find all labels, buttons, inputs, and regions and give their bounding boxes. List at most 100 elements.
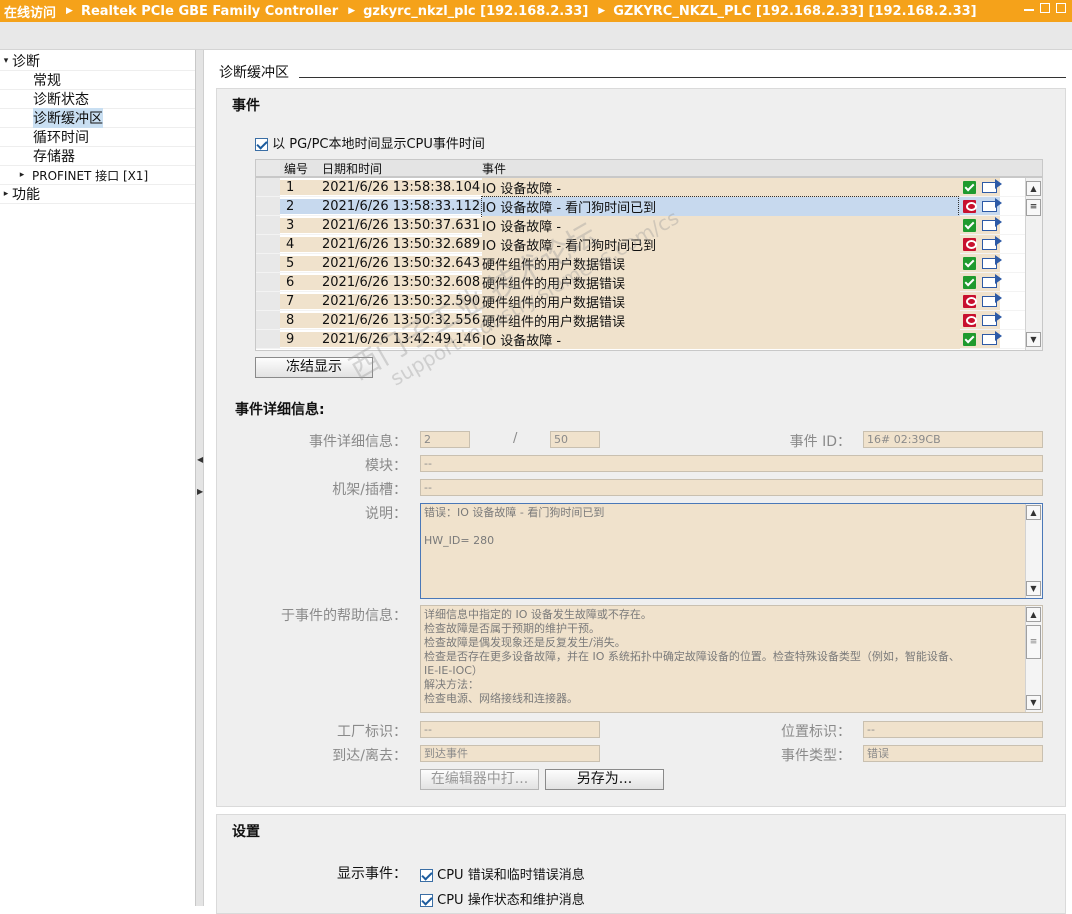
save-as-button[interactable]: 另存为... [545, 769, 664, 790]
tree-item-cycle-time[interactable]: 循环时间 [0, 128, 195, 147]
panel-splitter[interactable]: ◀ ▶ [196, 50, 204, 906]
event-number: 8 [280, 312, 322, 328]
local-time-checkbox[interactable] [255, 138, 268, 151]
col-header-event[interactable]: 事件 [482, 160, 960, 177]
maximize-icon[interactable] [1056, 3, 1066, 13]
scroll-up-button[interactable]: ▲ [1026, 505, 1041, 520]
goto-event-icon[interactable] [981, 235, 1002, 250]
breadcrumb-adapter[interactable]: Realtek PCIe GBE Family Controller [81, 4, 338, 19]
event-row[interactable]: 4 2021/6/26 13:50:32.689 IO 设备故障 - 看门狗时间已到 [256, 234, 1042, 254]
toolbar-strip [0, 22, 1072, 50]
detail-info-label: 事件详细信息： [309, 434, 407, 450]
goto-event-icon[interactable] [981, 292, 1002, 307]
section-divider [299, 77, 1066, 78]
breadcrumb-online-access[interactable]: 在线访问 [4, 2, 56, 21]
goto-cell[interactable] [978, 197, 1002, 215]
expand-twisty-icon[interactable]: ▾ [0, 56, 12, 66]
status-ok-icon [962, 256, 976, 270]
goto-cell[interactable] [978, 330, 1002, 348]
option-cpu-errors[interactable]: CPU 错误和临时错误消息 [420, 864, 585, 883]
event-row[interactable]: 3 2021/6/26 13:50:37.631 IO 设备故障 - [256, 215, 1042, 235]
goto-cell[interactable] [978, 178, 1002, 196]
expand-twisty-icon[interactable]: ▸ [0, 189, 12, 199]
main-content: 诊断缓冲区 事件 以 PG/PC本地时间显示CPU事件时间 编号 日期和时间 事… [205, 50, 1072, 914]
goto-cell[interactable] [978, 235, 1002, 253]
status-error-icon [962, 237, 977, 251]
row-header [256, 311, 280, 329]
cpu-status-checkbox[interactable] [420, 894, 433, 907]
goto-cell[interactable] [978, 273, 1002, 291]
goto-event-icon[interactable] [981, 216, 1002, 231]
collapse-left-icon[interactable]: ◀ [197, 455, 203, 464]
scroll-thumb[interactable]: ≡ [1026, 199, 1041, 216]
open-in-editor-button[interactable]: 在编辑器中打... [420, 769, 539, 790]
scroll-down-button[interactable]: ▼ [1026, 581, 1041, 596]
tree-item-functions[interactable]: ▸ 功能 [0, 185, 195, 204]
event-number: 9 [280, 331, 322, 347]
breadcrumb-plc[interactable]: gzkyrc_nkzl_plc [192.168.2.33] [363, 4, 588, 19]
status-ok-icon [962, 332, 976, 346]
event-row[interactable]: 9 2021/6/26 13:42:49.146 IO 设备故障 - [256, 329, 1042, 349]
event-number: 4 [280, 236, 322, 252]
restore-icon[interactable] [1040, 3, 1050, 13]
description-area[interactable]: 错误：IO 设备故障 - 看门狗时间已到 HW_ID= 280 ▲ ▼ [420, 503, 1043, 599]
tree-item-diag-status[interactable]: 诊断状态 [0, 90, 195, 109]
breadcrumb-device[interactable]: GZKYRC_NKZL_PLC [192.168.2.33] [192.168.… [613, 4, 976, 19]
window-controls [1024, 3, 1066, 13]
event-row[interactable]: 6 2021/6/26 13:50:32.608 硬件组件的用户数据错误 [256, 272, 1042, 292]
scroll-down-button[interactable]: ▼ [1026, 695, 1041, 710]
minimize-icon[interactable] [1024, 3, 1034, 11]
event-datetime: 2021/6/26 13:58:33.112 [322, 198, 482, 214]
help-scrollbar[interactable]: ▲ ≡ ▼ [1025, 606, 1042, 712]
goto-event-icon[interactable] [981, 273, 1002, 288]
event-datetime: 2021/6/26 13:50:32.556 [322, 312, 482, 328]
tree-item-memory[interactable]: 存储器 [0, 147, 195, 166]
event-row[interactable]: 7 2021/6/26 13:50:32.590 硬件组件的用户数据错误 [256, 291, 1042, 311]
expand-right-icon[interactable]: ▶ [197, 487, 203, 496]
goto-event-icon[interactable] [981, 254, 1002, 269]
events-panel-title: 事件 [232, 98, 260, 114]
event-row[interactable]: 5 2021/6/26 13:50:32.643 硬件组件的用户数据错误 [256, 253, 1042, 273]
goto-cell[interactable] [978, 254, 1002, 272]
help-info-area[interactable]: 详细信息中指定的 IO 设备发生故障或不存在。 检查故障是否属于预期的维护干预。… [420, 605, 1043, 713]
local-time-option[interactable]: 以 PG/PC本地时间显示CPU事件时间 [255, 133, 485, 152]
event-number: 3 [280, 217, 322, 233]
col-header-datetime[interactable]: 日期和时间 [322, 160, 482, 177]
goto-event-icon[interactable] [981, 311, 1002, 326]
status-cell [960, 311, 978, 329]
event-row[interactable]: 1 2021/6/26 13:58:38.104 IO 设备故障 - [256, 178, 1042, 197]
description-scrollbar[interactable]: ▲ ▼ [1025, 504, 1042, 598]
detail-index-field: 2 [420, 431, 470, 448]
tree-item-profinet[interactable]: ▸ PROFINET 接口 [X1] [0, 166, 195, 185]
scroll-up-button[interactable]: ▲ [1026, 181, 1041, 196]
cpu-errors-checkbox[interactable] [420, 869, 433, 882]
tree-item-general[interactable]: 常规 [0, 71, 195, 90]
scroll-up-button[interactable]: ▲ [1026, 607, 1041, 622]
scroll-down-button[interactable]: ▼ [1026, 332, 1041, 347]
event-datetime: 2021/6/26 13:50:32.608 [322, 274, 482, 290]
goto-cell[interactable] [978, 311, 1002, 329]
row-header [256, 178, 280, 196]
event-row[interactable]: 2 2021/6/26 13:58:33.112 IO 设备故障 - 看门狗时间已到 [256, 195, 1042, 217]
tree-item-diag-buffer[interactable]: 诊断缓冲区 [0, 108, 195, 128]
goto-cell[interactable] [978, 292, 1002, 310]
option-cpu-status[interactable]: CPU 操作状态和维护消息 [420, 889, 585, 908]
module-label: 模块： [365, 458, 407, 474]
chevron-right-icon: ▶ [348, 6, 356, 16]
events-grid-scrollbar[interactable]: ▲ ≡ ▼ [1025, 178, 1042, 350]
expand-twisty-icon[interactable]: ▸ [16, 170, 28, 180]
tree-item-diagnostics[interactable]: ▾ 诊断 [0, 52, 195, 71]
event-datetime: 2021/6/26 13:58:38.104 [322, 179, 482, 195]
location-id-label: 位置标识： [781, 724, 851, 740]
goto-event-icon[interactable] [981, 178, 1002, 193]
event-row[interactable]: 8 2021/6/26 13:50:32.556 硬件组件的用户数据错误 [256, 310, 1042, 330]
goto-event-icon[interactable] [981, 197, 1002, 212]
settings-panel: 设置 显示事件： CPU 错误和临时错误消息 CPU 操作状态和维护消息 [216, 814, 1066, 914]
goto-cell[interactable] [978, 216, 1002, 234]
col-header-number[interactable]: 编号 [280, 160, 322, 177]
event-number: 1 [280, 179, 322, 195]
scroll-thumb[interactable]: ≡ [1026, 625, 1041, 659]
freeze-display-button[interactable]: 冻结显示 [255, 357, 373, 378]
event-type-field: 错误 [863, 745, 1043, 762]
goto-event-icon[interactable] [981, 330, 1002, 345]
